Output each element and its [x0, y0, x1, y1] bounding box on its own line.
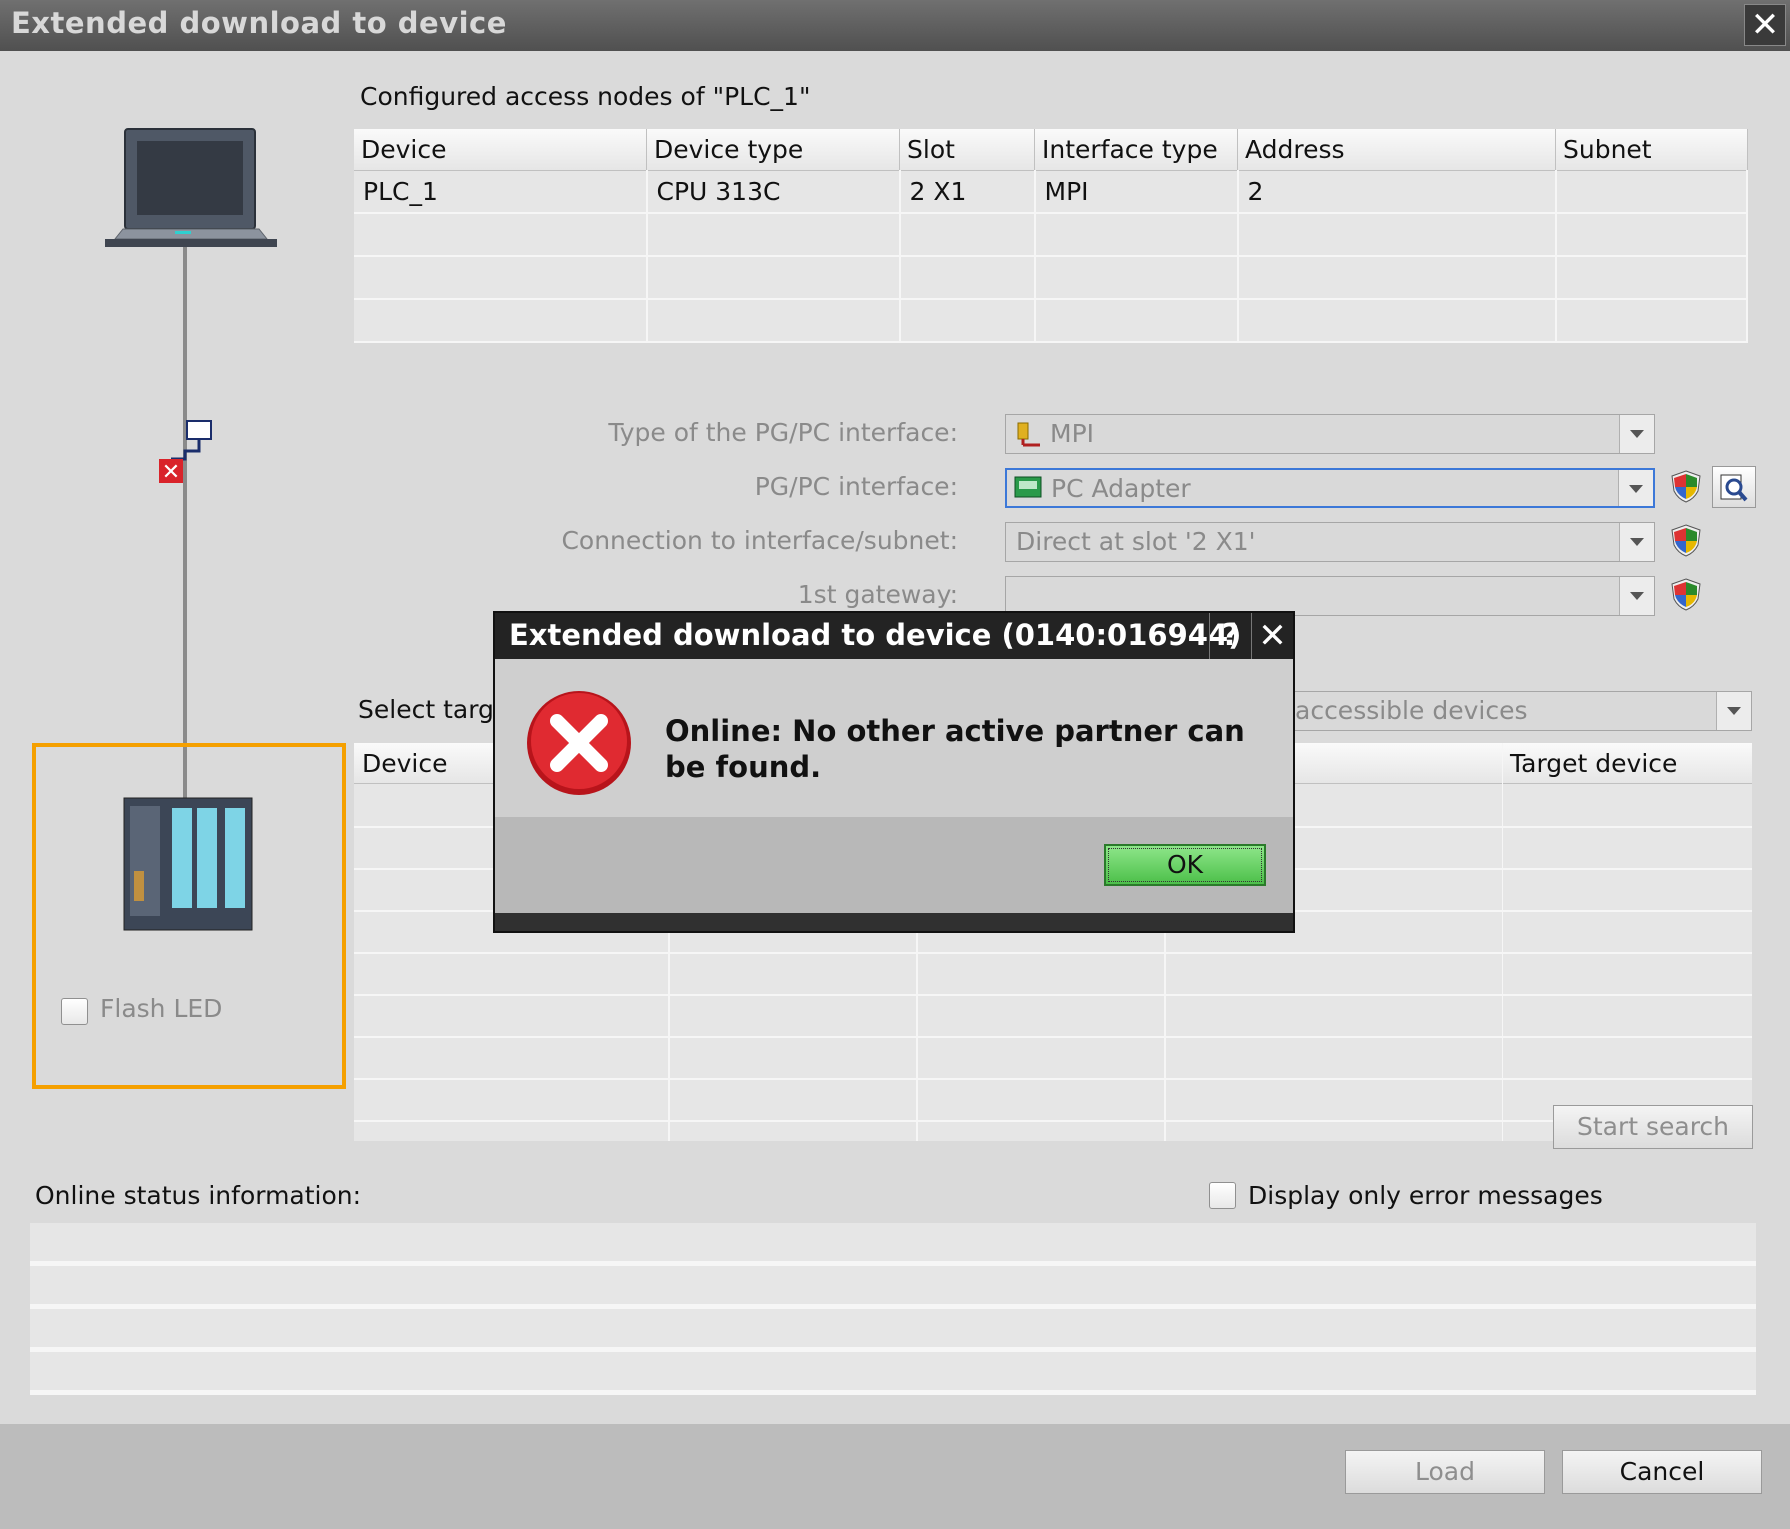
list-item — [30, 1309, 1756, 1349]
mpi-icon — [1017, 422, 1040, 447]
cell-address: 2 — [1237, 170, 1557, 214]
chevron-down-icon[interactable] — [1619, 415, 1654, 453]
laptop-icon — [105, 128, 277, 247]
table-header-row: Device Device type Slot Interface type A… — [354, 129, 1748, 171]
table-row — [354, 256, 1748, 300]
pgpc-interface-label: PG/PC interface: — [754, 472, 958, 501]
configured-nodes-heading: Configured access nodes of "PLC_1" — [360, 82, 811, 111]
properties-button[interactable] — [1712, 466, 1756, 508]
gateway-dropdown[interactable] — [1005, 576, 1655, 616]
chevron-down-icon[interactable] — [1716, 692, 1751, 730]
column-header-target-device[interactable]: Target device — [1510, 749, 1677, 778]
error-dialog-title: Extended download to device (0140:016944… — [509, 618, 1242, 652]
connection-label: Connection to interface/subnet: — [561, 526, 958, 555]
column-header-device-type[interactable]: Device type — [646, 129, 900, 171]
pgpc-type-label: Type of the PG/PC interface: — [608, 418, 958, 447]
list-item — [30, 1352, 1756, 1392]
column-header-subnet[interactable]: Subnet — [1555, 129, 1748, 171]
error-only-checkbox[interactable] — [1209, 1182, 1236, 1209]
adapter-icon — [171, 420, 212, 461]
chevron-down-icon[interactable] — [1619, 523, 1654, 561]
pgpc-interface-value: PC Adapter — [1051, 474, 1191, 503]
pgpc-interface-dropdown[interactable]: PC Adapter — [1005, 468, 1655, 508]
column-header-address[interactable]: Address — [1237, 129, 1556, 171]
column-header-slot[interactable]: Slot — [899, 129, 1035, 171]
show-devices-value: accessible devices — [1295, 696, 1528, 725]
pgpc-type-dropdown[interactable]: MPI — [1005, 414, 1655, 454]
error-only-label: Display only error messages — [1248, 1181, 1603, 1210]
cell-interface-type: MPI — [1034, 170, 1239, 214]
svg-text:✕: ✕ — [162, 460, 180, 485]
window-close-button[interactable]: ✕ — [1744, 4, 1786, 46]
error-dialog-close-button[interactable]: ✕ — [1251, 613, 1293, 659]
flash-led-checkbox[interactable] — [61, 998, 88, 1025]
error-icon — [527, 691, 631, 795]
ok-button[interactable]: OK — [1104, 844, 1266, 886]
chevron-down-icon[interactable] — [1619, 577, 1654, 615]
column-header-device[interactable]: Device — [354, 129, 647, 171]
table-row — [354, 299, 1748, 343]
window-title: Extended download to device — [11, 6, 507, 40]
configured-nodes-table: Device Device type Slot Interface type A… — [354, 129, 1748, 343]
gateway-label: 1st gateway: — [797, 580, 958, 609]
connection-error-icon: ✕ — [159, 459, 183, 485]
shield-icon[interactable] — [1670, 523, 1702, 557]
cell-slot: 2 X1 — [899, 170, 1036, 214]
error-message-text: Online: No other active partner can be f… — [665, 714, 1245, 784]
show-devices-dropdown[interactable]: accessible devices — [1262, 691, 1752, 731]
shield-icon[interactable] — [1670, 577, 1702, 611]
help-button[interactable]: ? — [1209, 613, 1251, 659]
cell-subnet — [1555, 170, 1748, 214]
connection-value: Direct at slot '2 X1' — [1016, 527, 1256, 556]
column-header-interface-type[interactable]: Interface type — [1034, 129, 1238, 171]
shield-icon[interactable] — [1670, 469, 1702, 503]
table-row — [354, 213, 1748, 257]
error-message-dialog: Extended download to device (0140:016944… — [493, 611, 1295, 933]
error-dialog-titlebar: Extended download to device (0140:016944… — [495, 613, 1293, 659]
plc-device-icon — [123, 797, 253, 931]
table-row[interactable]: PLC_1 CPU 313C 2 X1 MPI 2 — [354, 170, 1748, 214]
flash-led-label: Flash LED — [100, 994, 223, 1023]
window-titlebar: Extended download to device ✕ — [0, 0, 1790, 51]
list-item — [30, 1223, 1756, 1263]
connection-dropdown[interactable]: Direct at slot '2 X1' — [1005, 522, 1655, 562]
network-diagram: ✕ — [105, 128, 277, 831]
cell-device-type: CPU 313C — [646, 170, 901, 214]
cancel-button[interactable]: Cancel — [1562, 1450, 1762, 1494]
list-item — [30, 1266, 1756, 1306]
download-dialog-window: Extended download to device ✕ ✕ Flash LE… — [0, 0, 1790, 1529]
error-dialog-bottom-strip — [495, 913, 1293, 931]
dialog-footer: Load Cancel — [0, 1424, 1790, 1529]
online-status-label: Online status information: — [35, 1181, 362, 1210]
online-status-list — [30, 1223, 1756, 1395]
pc-adapter-icon — [1014, 476, 1042, 498]
pgpc-type-value: MPI — [1050, 419, 1095, 448]
column-header-device[interactable]: Device — [362, 749, 448, 778]
cell-device: PLC_1 — [354, 170, 648, 214]
magnifier-icon — [1720, 474, 1748, 502]
start-search-button[interactable]: Start search — [1553, 1105, 1753, 1149]
load-button[interactable]: Load — [1345, 1450, 1545, 1494]
select-target-label: Select targ — [358, 695, 494, 724]
chevron-down-icon[interactable] — [1618, 470, 1653, 506]
